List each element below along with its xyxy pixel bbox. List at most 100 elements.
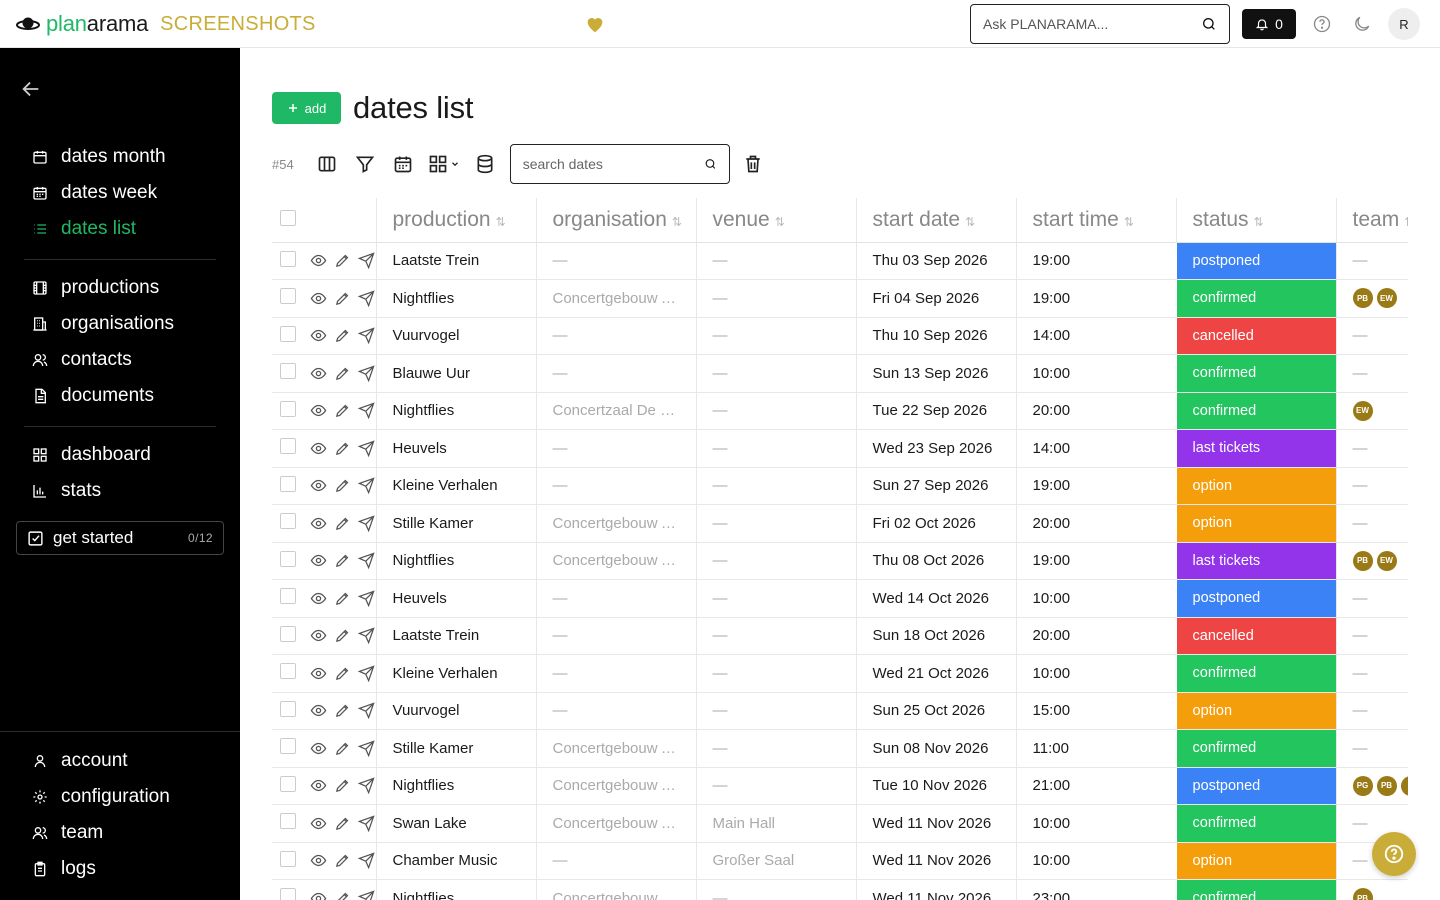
start-date-cell[interactable]: Wed 23 Sep 2026 [855,429,1016,468]
production-cell[interactable]: Stille Kamer [375,729,536,768]
sort-icon[interactable]: ⇅ [1404,215,1408,229]
eye-icon[interactable] [310,777,327,794]
notifications-button[interactable]: 0 [1242,9,1296,39]
table-row[interactable]: Nightflies Concertgebouw A... — Thu 08 Oct … [272,542,1408,580]
sidebar-item-documents[interactable]: documents [32,381,154,411]
venue-cell[interactable]: — [695,392,856,430]
venue-cell[interactable]: — [695,879,856,900]
eye-icon[interactable] [310,815,327,832]
sidebar-item-dashboard[interactable]: dashboard [32,440,151,470]
search-icon[interactable] [704,156,717,172]
eye-icon[interactable] [310,290,327,307]
row-select-cell[interactable] [272,279,310,318]
production-cell[interactable]: Nightflies [375,767,536,805]
team-member-avatar[interactable]: EW [1376,550,1397,571]
venue-cell[interactable]: — [695,467,856,505]
start-date-cell[interactable]: Thu 03 Sep 2026 [855,242,1016,280]
start-time-cell[interactable]: 14:00 [1015,317,1176,355]
venue-cell[interactable]: — [695,579,856,618]
team-member-avatar[interactable]: PB [1352,288,1373,309]
send-icon[interactable] [358,515,375,532]
row-checkbox[interactable] [280,513,296,530]
start-time-cell[interactable]: 10:00 [1015,842,1176,880]
send-icon[interactable] [358,552,375,570]
table-row[interactable]: Stille Kamer Concertgebouw A... — Sun 08 No… [272,729,1408,768]
eye-icon[interactable] [310,252,327,269]
send-icon[interactable] [358,440,375,457]
pencil-icon[interactable] [334,590,351,607]
organisation-cell[interactable]: — [535,654,696,693]
production-cell[interactable]: Heuvels [375,579,536,618]
sort-icon[interactable]: ⇅ [775,215,785,229]
help-circle-icon[interactable] [1312,14,1332,34]
organisation-cell[interactable]: — [535,317,696,355]
venue-cell[interactable]: — [695,692,856,730]
moon-icon[interactable] [1352,14,1372,34]
start-date-cell[interactable]: Tue 22 Sep 2026 [855,392,1016,430]
production-cell[interactable]: Nightflies [375,279,536,318]
venue-cell[interactable]: — [695,429,856,468]
select-all-cell[interactable] [272,198,310,243]
production-cell[interactable]: Kleine Verhalen [375,467,536,505]
start-time-cell[interactable]: 11:00 [1015,729,1176,768]
row-select-cell[interactable] [272,879,310,900]
status-badge[interactable]: cancelled [1175,317,1336,355]
venue-cell[interactable]: — [695,542,856,580]
pencil-icon[interactable] [334,852,351,869]
sidebar-item-dates-week[interactable]: dates week [32,178,157,208]
pencil-icon[interactable] [334,402,351,419]
row-checkbox[interactable] [280,888,296,900]
venue-cell[interactable]: — [695,354,856,393]
pencil-icon[interactable] [334,815,351,832]
table-row[interactable]: Nightflies Concertgebouw A... — Fri 04 Sep … [272,279,1408,318]
start-date-cell[interactable]: Sun 25 Oct 2026 [855,692,1016,730]
venue-cell[interactable]: — [695,729,856,768]
add-button[interactable]: add [272,92,341,124]
help-button[interactable] [1372,832,1416,876]
sort-icon[interactable]: ⇅ [1124,215,1134,229]
row-checkbox[interactable] [280,738,296,755]
start-date-cell[interactable]: Tue 10 Nov 2026 [855,767,1016,805]
send-icon[interactable] [358,590,375,607]
eye-icon[interactable] [310,477,327,494]
eye-icon[interactable] [310,552,327,569]
team-member-avatar[interactable]: EW [1376,288,1397,309]
send-icon[interactable] [358,252,375,270]
send-icon[interactable] [358,290,375,307]
status-badge[interactable]: confirmed [1175,879,1336,900]
table-row[interactable]: Swan Lake Concertgebouw A... Main Hall Wed … [272,804,1408,843]
organisation-cell[interactable]: Concertgebouw A... [535,279,696,318]
status-badge[interactable]: confirmed [1175,654,1336,693]
team-member-avatar[interactable]: PB [1352,888,1373,900]
status-badge[interactable]: option [1175,692,1336,730]
send-icon[interactable] [358,627,375,645]
production-cell[interactable]: Vuurvogel [375,317,536,355]
pencil-icon[interactable] [334,740,351,757]
row-checkbox[interactable] [280,550,296,567]
status-badge[interactable]: confirmed [1175,804,1336,843]
venue-cell[interactable]: Main Hall [695,804,856,843]
start-time-cell[interactable]: 23:00 [1015,879,1176,900]
row-checkbox[interactable] [280,475,296,492]
status-badge[interactable]: option [1175,467,1336,505]
eye-icon[interactable] [310,890,327,900]
row-select-cell[interactable] [272,692,310,730]
pencil-icon[interactable] [334,627,351,644]
production-cell[interactable]: Kleine Verhalen [375,654,536,693]
table-row[interactable]: Heuvels — — Wed 14 Oct 2026 10:00 postponed — [272,579,1408,618]
start-date-cell[interactable]: Wed 11 Nov 2026 [855,804,1016,843]
start-time-cell[interactable]: 10:00 [1015,654,1176,693]
row-checkbox[interactable] [280,363,296,380]
start-time-cell[interactable]: 21:00 [1015,767,1176,805]
organisation-cell[interactable]: — [535,354,696,393]
start-date-cell[interactable]: Thu 08 Oct 2026 [855,542,1016,580]
pencil-icon[interactable] [334,665,351,682]
row-select-cell[interactable] [272,729,310,768]
row-checkbox[interactable] [280,438,296,455]
production-cell[interactable]: Nightflies [375,542,536,580]
venue-cell[interactable]: — [695,617,856,655]
venue-cell[interactable]: — [695,242,856,280]
eye-icon[interactable] [310,515,327,532]
sidebar-item-account[interactable]: account [32,746,128,776]
production-cell[interactable]: Nightflies [375,879,536,900]
